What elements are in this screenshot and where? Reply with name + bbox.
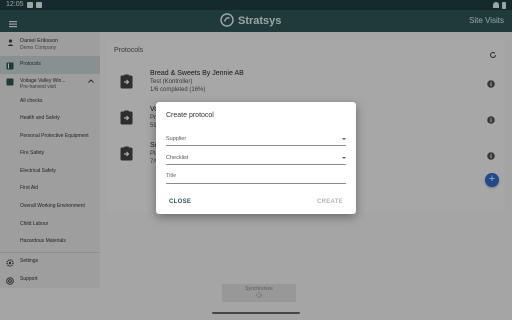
close-button[interactable]: CLOSE [169,199,191,205]
dialog-title: Create protocol [166,112,214,119]
create-protocol-dialog: Create protocol Supplier Checklist CLOSE… [156,102,356,214]
title-input[interactable] [166,173,346,179]
supplier-select[interactable]: Supplier [166,134,346,146]
checklist-select[interactable]: Checklist [166,153,346,165]
dropdown-arrow-icon [342,157,346,159]
title-field[interactable] [166,172,346,184]
dropdown-arrow-icon [342,138,346,140]
home-indicator[interactable] [212,312,300,314]
supplier-label: Supplier [166,136,187,142]
create-button[interactable]: CREATE [317,199,343,205]
checklist-label: Checklist [166,155,189,161]
